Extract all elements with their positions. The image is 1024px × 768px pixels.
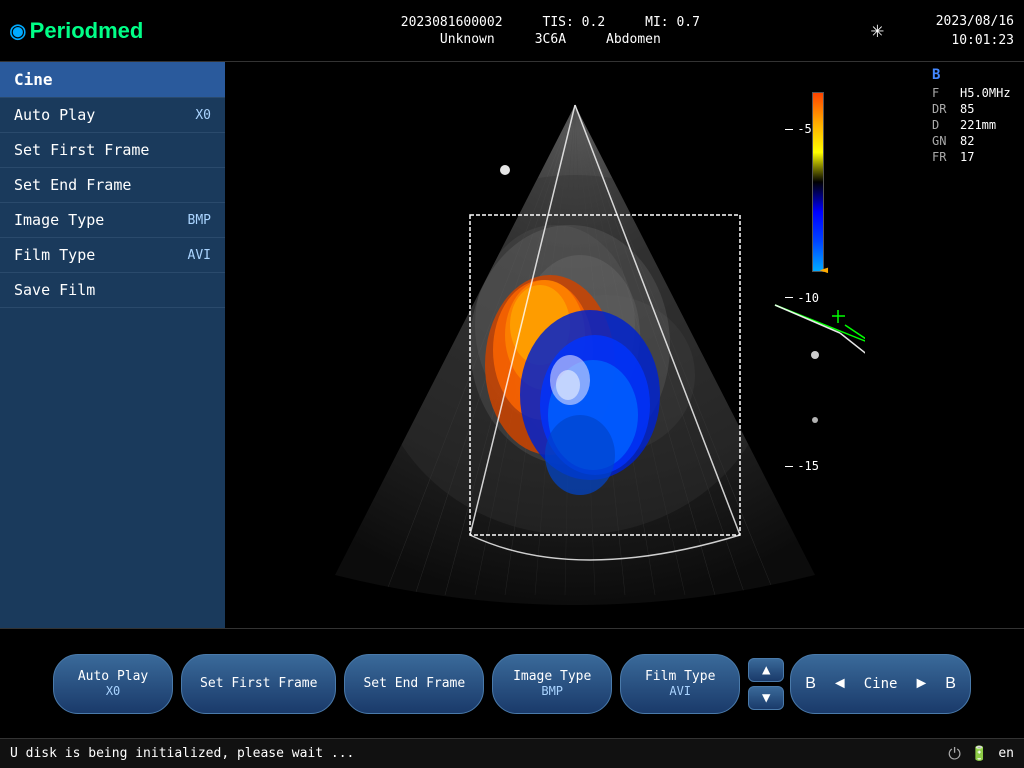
cine-next-button[interactable]: ► xyxy=(907,671,935,697)
b-left-button[interactable]: B xyxy=(799,671,822,697)
status-right: ⏻ 🔋 en xyxy=(948,744,1014,764)
study-id: 2023081600002 xyxy=(401,15,503,30)
ultrasound-svg xyxy=(285,75,865,615)
sidebar-item-image-type[interactable]: Image Type BMP xyxy=(0,203,225,238)
tis-value: TIS: 0.2 xyxy=(543,15,606,30)
auto-play-button[interactable]: Auto Play X0 xyxy=(53,654,173,714)
b-right-button[interactable]: B xyxy=(939,671,962,697)
logo-area: ◉ Periodmed xyxy=(10,16,230,46)
time-display: 10:01:23 xyxy=(951,33,1014,48)
sidebar-item-cine[interactable]: Cine xyxy=(0,62,225,98)
sidebar-item-set-first-frame[interactable]: Set First Frame xyxy=(0,133,225,168)
cine-label: Cine xyxy=(858,676,904,692)
set-end-frame-button[interactable]: Set End Frame xyxy=(344,654,484,714)
film-type-button[interactable]: Film Type AVI xyxy=(620,654,740,714)
cine-up-down-arrows: ▲ ▼ xyxy=(748,658,784,710)
sidebar-item-set-end-frame[interactable]: Set End Frame xyxy=(0,168,225,203)
param-frequency: F H5.0MHz xyxy=(932,86,1016,100)
mode-label: B xyxy=(932,67,1016,83)
arrow-indicator: ◄ xyxy=(820,262,828,278)
header-center: 2023081600002 TIS: 0.2 MI: 0.7 Unknown 3… xyxy=(230,15,871,47)
status-text: U disk is being initialized, please wait… xyxy=(10,746,354,761)
status-bar: U disk is being initialized, please wait… xyxy=(0,738,1024,768)
logo-text: Periodmed xyxy=(30,18,144,44)
cine-prev-button[interactable]: ◄ xyxy=(826,671,854,697)
logo-icon: ◉ xyxy=(10,16,26,46)
battery-icon: 🔋 xyxy=(971,746,988,762)
header: ◉ Periodmed 2023081600002 TIS: 0.2 MI: 0… xyxy=(0,0,1024,62)
usb-icon: ⏻ xyxy=(948,744,961,764)
bottom-controls: Auto Play X0 Set First Frame Set End Fra… xyxy=(0,628,1024,738)
cine-navigation: B ◄ Cine ► B xyxy=(790,654,971,714)
param-depth: D 221mm xyxy=(932,118,1016,132)
patient-name: Unknown xyxy=(440,32,495,47)
main-area: Cine Auto Play X0 Set First Frame Set En… xyxy=(0,62,1024,628)
param-fr: FR 17 xyxy=(932,150,1016,164)
ultrasound-image-area: ◄ -5 -10 -15 -20 xyxy=(225,62,924,628)
header-right: 2023/08/16 10:01:23 xyxy=(894,14,1014,48)
param-dr: DR 85 xyxy=(932,102,1016,116)
cine-down-arrow[interactable]: ▼ xyxy=(748,686,784,710)
sidebar-item-save-film[interactable]: Save Film xyxy=(0,273,225,308)
language-badge: en xyxy=(998,746,1014,761)
mi-value: MI: 0.7 xyxy=(645,15,700,30)
sidebar-item-autoplay[interactable]: Auto Play X0 xyxy=(0,98,225,133)
region-label: Abdomen xyxy=(606,32,661,47)
sidebar-item-film-type[interactable]: Film Type AVI xyxy=(0,238,225,273)
snowflake-icon: ✳ xyxy=(871,18,884,43)
date-display: 2023/08/16 xyxy=(936,14,1014,29)
param-gain: GN 82 xyxy=(932,134,1016,148)
probe-type: 3C6A xyxy=(535,32,566,47)
cine-up-arrow[interactable]: ▲ xyxy=(748,658,784,682)
set-first-frame-button[interactable]: Set First Frame xyxy=(181,654,336,714)
sidebar-menu: Cine Auto Play X0 Set First Frame Set En… xyxy=(0,62,225,628)
color-doppler-bar xyxy=(812,92,824,272)
right-panel: B F H5.0MHz DR 85 D 221mm GN 82 FR 17 xyxy=(924,62,1024,628)
image-type-button[interactable]: Image Type BMP xyxy=(492,654,612,714)
